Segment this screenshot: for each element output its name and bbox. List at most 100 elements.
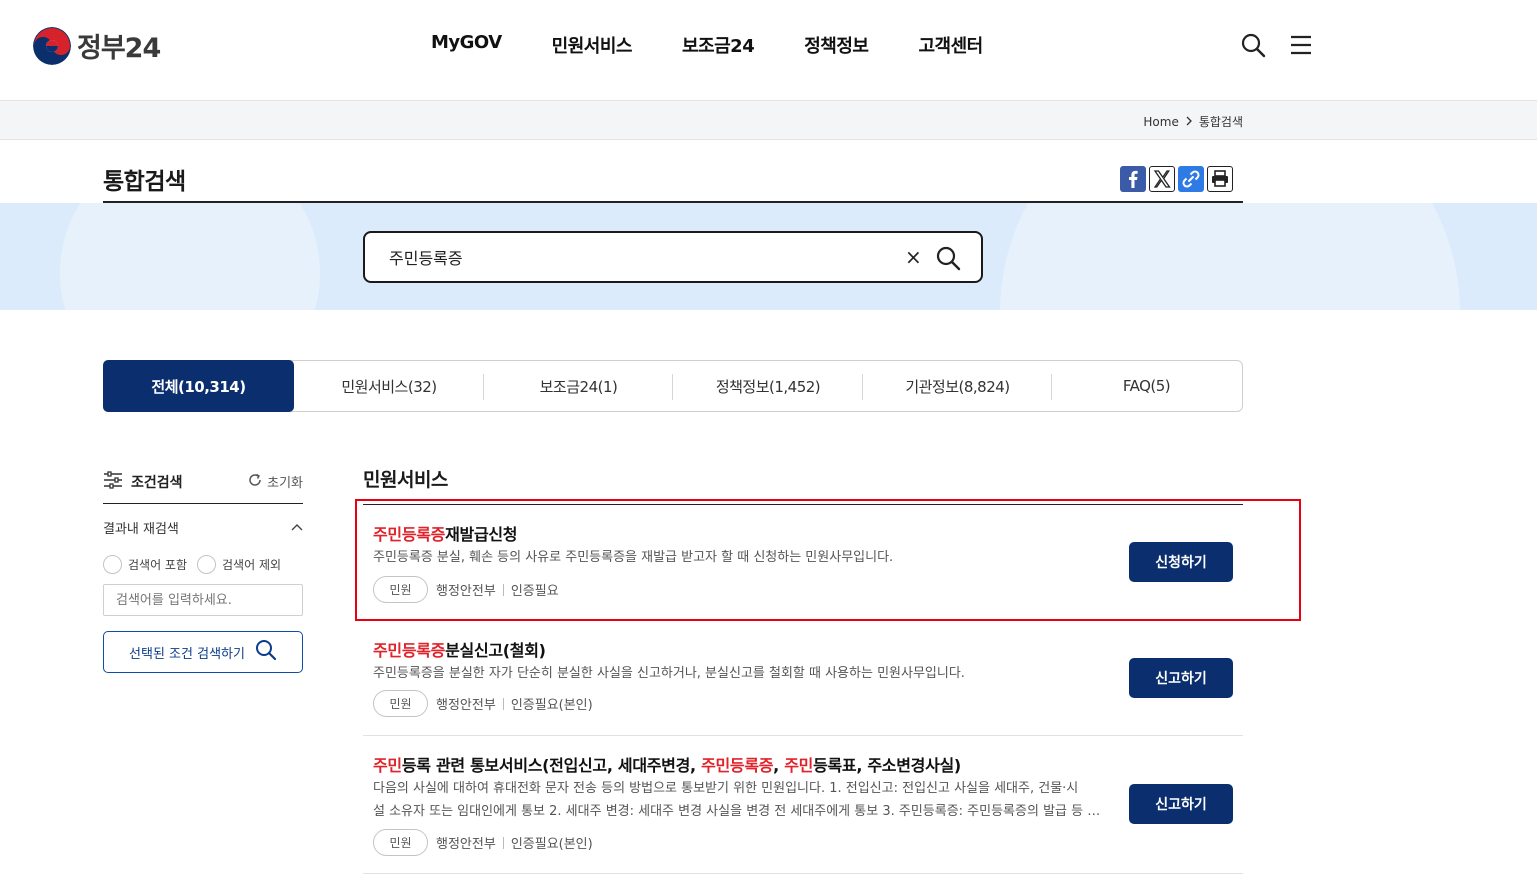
radio-circle[interactable] bbox=[197, 555, 217, 574]
tab-policy[interactable]: 정책정보(1,452) bbox=[673, 361, 863, 411]
facebook-icon[interactable] bbox=[1120, 166, 1146, 192]
search-box: × bbox=[363, 231, 983, 283]
filter-title: 조건검색 bbox=[103, 470, 183, 493]
breadcrumb-current: 통합검색 bbox=[1198, 115, 1243, 129]
search-icon bbox=[255, 639, 277, 665]
auth-label: 인증필요(본인) bbox=[510, 698, 593, 713]
result-divider bbox=[363, 873, 1243, 874]
decor-circle bbox=[60, 203, 320, 310]
tab-label: 기관정보(8,824) bbox=[905, 377, 1010, 396]
title-highlight: 주민 bbox=[784, 756, 814, 775]
radio-circle[interactable] bbox=[103, 555, 122, 574]
breadcrumb-home[interactable]: Home bbox=[1143, 115, 1178, 129]
agency-label: 행정안전부 bbox=[436, 837, 496, 852]
result-title[interactable]: 주민등록 관련 통보서비스(전입신고, 세대주변경, 주민등록증, 주민등록표,… bbox=[373, 752, 961, 776]
title-rest: , bbox=[773, 756, 785, 775]
result-item: 주민등록 관련 통보서비스(전입신고, 세대주변경, 주민등록증, 주민등록표,… bbox=[363, 736, 1243, 874]
apply-button[interactable]: 신청하기 bbox=[1129, 542, 1233, 582]
result-title[interactable]: 주민등록증분실신고(철회) bbox=[373, 637, 546, 661]
result-meta: 민원 행정안전부 인증필요 bbox=[373, 576, 559, 603]
tab-civil-service[interactable]: 민원서비스(32) bbox=[294, 361, 484, 411]
tab-faq[interactable]: FAQ(5) bbox=[1052, 361, 1241, 411]
report-button[interactable]: 신고하기 bbox=[1129, 784, 1233, 824]
site-header: 정부24 MyGOV 민원서비스 보조금24 정책정보 고객센터 bbox=[0, 0, 1537, 100]
decor-circle bbox=[1000, 203, 1460, 310]
refine-header[interactable]: 결과내 재검색 bbox=[103, 518, 303, 537]
refresh-icon bbox=[247, 472, 263, 492]
title-rest: 분실신고(철회) bbox=[445, 641, 546, 660]
main-nav: MyGOV 민원서비스 보조금24 정책정보 고객센터 bbox=[431, 32, 1033, 58]
menu-icon[interactable] bbox=[1288, 32, 1314, 58]
title-rest: 등록표, 주소변경사실) bbox=[813, 756, 961, 775]
result-desc: 주민등록증을 분실한 자가 단순히 분실한 사실을 신고하거나, 분실신고를 철… bbox=[373, 666, 965, 681]
tab-subsidy[interactable]: 보조금24(1) bbox=[484, 361, 673, 411]
nav-civil-service[interactable]: 민원서비스 bbox=[552, 32, 633, 58]
auth-label: 인증필요 bbox=[510, 584, 559, 599]
result-tabs: 전체(10,314) 민원서비스(32) 보조금24(1) 정책정보(1,452… bbox=[103, 360, 1243, 412]
tab-label: 민원서비스(32) bbox=[341, 377, 437, 396]
nav-mygov[interactable]: MyGOV bbox=[431, 32, 502, 58]
meta-divider bbox=[502, 697, 504, 710]
breadcrumb: Home 통합검색 bbox=[1143, 113, 1243, 130]
agency-label: 행정안전부 bbox=[436, 698, 496, 713]
tab-label: 정책정보(1,452) bbox=[715, 377, 821, 396]
nav-policy[interactable]: 정책정보 bbox=[804, 32, 869, 58]
title-highlight: 주민등록증 bbox=[701, 756, 774, 775]
desc-line: 설 소유자 또는 임대인에게 통보 2. 세대주 변경: 세대주 변경 사실을 … bbox=[373, 804, 1108, 819]
title-rest: 등록 관련 통보서비스(전입신고, 세대주변경, bbox=[401, 756, 702, 775]
result-desc: 다음의 사실에 대하여 휴대전화 문자 전송 등의 방법으로 통보받기 위한 민… bbox=[373, 777, 1108, 823]
result-meta: 민원 행정안전부 인증필요(본인) bbox=[373, 690, 593, 717]
report-button[interactable]: 신고하기 bbox=[1129, 658, 1233, 698]
print-icon[interactable] bbox=[1207, 166, 1233, 192]
clear-icon[interactable]: × bbox=[905, 245, 922, 269]
result-desc: 주민등록증 분실, 훼손 등의 사유로 주민등록증을 재발급 받고자 할 때 신… bbox=[373, 550, 894, 565]
reset-label: 초기화 bbox=[267, 476, 303, 491]
radio-exclude[interactable]: 검색어 제외 bbox=[197, 555, 281, 574]
result-meta: 민원 행정안전부 인증필요(본인) bbox=[373, 829, 593, 856]
tab-label: 전체(10,314) bbox=[151, 377, 246, 396]
meta-divider bbox=[502, 583, 504, 596]
refine-title: 결과내 재검색 bbox=[103, 522, 179, 537]
search-icon[interactable] bbox=[1240, 32, 1266, 58]
share-buttons bbox=[1120, 166, 1233, 192]
filter-title-text: 조건검색 bbox=[131, 474, 183, 491]
radio-include[interactable]: 검색어 포함 bbox=[103, 555, 187, 574]
reset-button[interactable]: 초기화 bbox=[247, 472, 303, 492]
apply-filter-label: 선택된 조건 검색하기 bbox=[129, 646, 245, 662]
title-highlight: 주민등록증 bbox=[373, 525, 446, 544]
search-input[interactable] bbox=[389, 247, 889, 266]
refine-radios: 검색어 포함 검색어 제외 bbox=[103, 555, 303, 574]
x-twitter-icon[interactable] bbox=[1149, 166, 1175, 192]
search-submit-icon[interactable] bbox=[935, 245, 961, 271]
result-item: 주민등록증재발급신청 주민등록증 분실, 훼손 등의 사유로 주민등록증을 재발… bbox=[363, 505, 1243, 621]
type-badge: 민원 bbox=[373, 690, 428, 717]
taegeuk-logo-icon bbox=[33, 26, 71, 65]
agency-label: 행정안전부 bbox=[436, 584, 496, 599]
result-item: 주민등록증분실신고(철회) 주민등록증을 분실한 자가 단순히 분실한 사실을 … bbox=[363, 621, 1243, 736]
breadcrumb-bar: Home 통합검색 bbox=[0, 100, 1537, 140]
nav-subsidy[interactable]: 보조금24 bbox=[682, 32, 755, 58]
title-highlight: 주민 bbox=[373, 756, 402, 775]
auth-label: 인증필요(본인) bbox=[510, 837, 593, 852]
radio-label: 검색어 제외 bbox=[222, 558, 282, 572]
chevron-up-icon[interactable] bbox=[291, 520, 303, 535]
filter-header: 조건검색 초기화 bbox=[103, 460, 303, 504]
apply-filter-button[interactable]: 선택된 조건 검색하기 bbox=[103, 631, 303, 673]
tab-agency[interactable]: 기관정보(8,824) bbox=[863, 361, 1052, 411]
logo[interactable]: 정부24 bbox=[33, 26, 161, 65]
title-highlight: 주민등록증 bbox=[373, 641, 446, 660]
tab-all[interactable]: 전체(10,314) bbox=[103, 360, 294, 412]
link-icon[interactable] bbox=[1178, 166, 1204, 192]
section-title: 민원서비스 bbox=[363, 469, 448, 491]
type-badge: 민원 bbox=[373, 576, 428, 603]
tab-label: FAQ(5) bbox=[1122, 377, 1171, 395]
filter-panel: 조건검색 초기화 결과내 재검색 검색어 포함 검색어 제외 선택된 조건 검색… bbox=[103, 460, 303, 673]
nav-customer-center[interactable]: 고객센터 bbox=[918, 32, 983, 58]
page-title: 통합검색 bbox=[103, 169, 186, 195]
logo-text: 정부24 bbox=[77, 33, 161, 64]
sliders-icon bbox=[103, 470, 123, 493]
title-rest: 재발급신청 bbox=[445, 525, 518, 544]
result-title[interactable]: 주민등록증재발급신청 bbox=[373, 521, 518, 545]
tab-label: 보조금24(1) bbox=[539, 377, 618, 396]
refine-search-input[interactable] bbox=[103, 584, 303, 616]
